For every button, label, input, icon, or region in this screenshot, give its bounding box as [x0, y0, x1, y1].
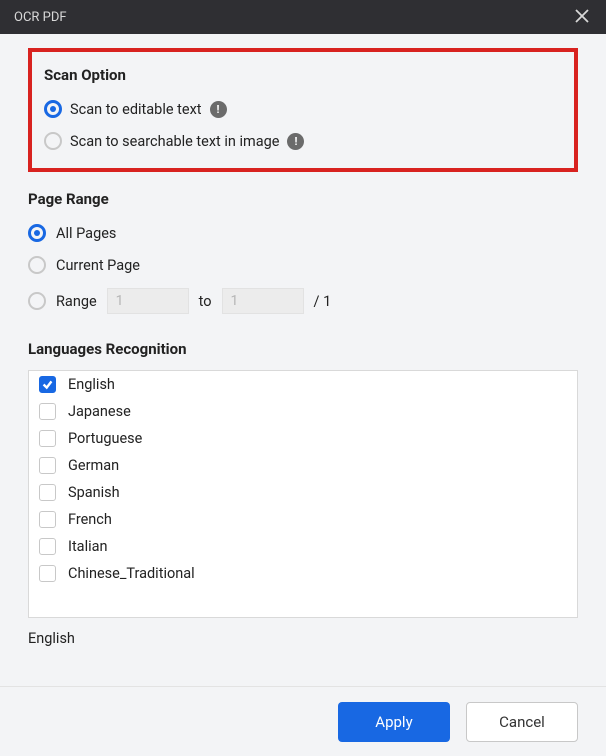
checkbox-icon [39, 511, 56, 528]
radio-label: Current Page [56, 257, 140, 274]
page-range-section: Page Range All Pages Current Page Range … [28, 190, 578, 314]
selected-languages-summary: English [28, 630, 578, 647]
radio-icon [28, 224, 46, 242]
language-label: German [68, 457, 119, 474]
checkbox-icon [39, 376, 56, 393]
language-label: Italian [68, 538, 108, 555]
list-item[interactable]: Spanish [29, 479, 577, 506]
radio-icon [44, 132, 62, 150]
dialog-title: OCR PDF [14, 10, 67, 25]
apply-button[interactable]: Apply [338, 702, 450, 742]
dialog-footer: Apply Cancel [0, 686, 606, 756]
page-range-title: Page Range [28, 190, 578, 208]
radio-label: Scan to editable text [70, 101, 202, 118]
checkbox-icon [39, 484, 56, 501]
language-label: Japanese [68, 403, 131, 420]
list-item[interactable]: English [29, 371, 577, 398]
checkbox-icon [39, 403, 56, 420]
checkbox-icon [39, 565, 56, 582]
range-from-input[interactable] [107, 288, 189, 314]
radio-icon [44, 100, 62, 118]
list-item[interactable]: Japanese [29, 398, 577, 425]
radio-range[interactable]: Range to / 1 [28, 288, 578, 314]
scan-option-title: Scan Option [44, 66, 562, 84]
cancel-button[interactable]: Cancel [466, 702, 578, 742]
radio-label: Range [56, 293, 97, 310]
languages-title: Languages Recognition [28, 340, 578, 358]
radio-all-pages[interactable]: All Pages [28, 224, 578, 242]
range-to-input[interactable] [222, 288, 304, 314]
radio-icon [28, 256, 46, 274]
checkbox-icon [39, 457, 56, 474]
list-item[interactable]: French [29, 506, 577, 533]
list-item[interactable]: Chinese_Traditional [29, 560, 577, 587]
languages-section: Languages Recognition English Japanese P… [28, 340, 578, 647]
list-item[interactable]: German [29, 452, 577, 479]
language-label: French [68, 511, 112, 528]
list-item[interactable]: Italian [29, 533, 577, 560]
checkbox-icon [39, 538, 56, 555]
scan-option-highlight: Scan Option Scan to editable text ! Scan… [28, 48, 578, 172]
close-icon[interactable] [572, 7, 592, 28]
titlebar: OCR PDF [0, 0, 606, 34]
info-icon[interactable]: ! [210, 101, 227, 118]
radio-scan-editable[interactable]: Scan to editable text ! [44, 100, 562, 118]
radio-current-page[interactable]: Current Page [28, 256, 578, 274]
checkbox-icon [39, 430, 56, 447]
language-label: English [68, 376, 115, 393]
language-label: Portuguese [68, 430, 142, 447]
radio-scan-searchable[interactable]: Scan to searchable text in image ! [44, 132, 562, 150]
language-label: Chinese_Traditional [68, 565, 195, 582]
language-label: Spanish [68, 484, 120, 501]
list-item[interactable]: Portuguese [29, 425, 577, 452]
range-to-label: to [199, 293, 212, 310]
info-icon[interactable]: ! [287, 133, 304, 150]
radio-label: Scan to searchable text in image [70, 133, 279, 150]
range-total: / 1 [314, 293, 332, 310]
radio-icon [28, 292, 46, 310]
radio-label: All Pages [56, 225, 116, 242]
languages-list[interactable]: English Japanese Portuguese German Spani… [28, 370, 578, 618]
